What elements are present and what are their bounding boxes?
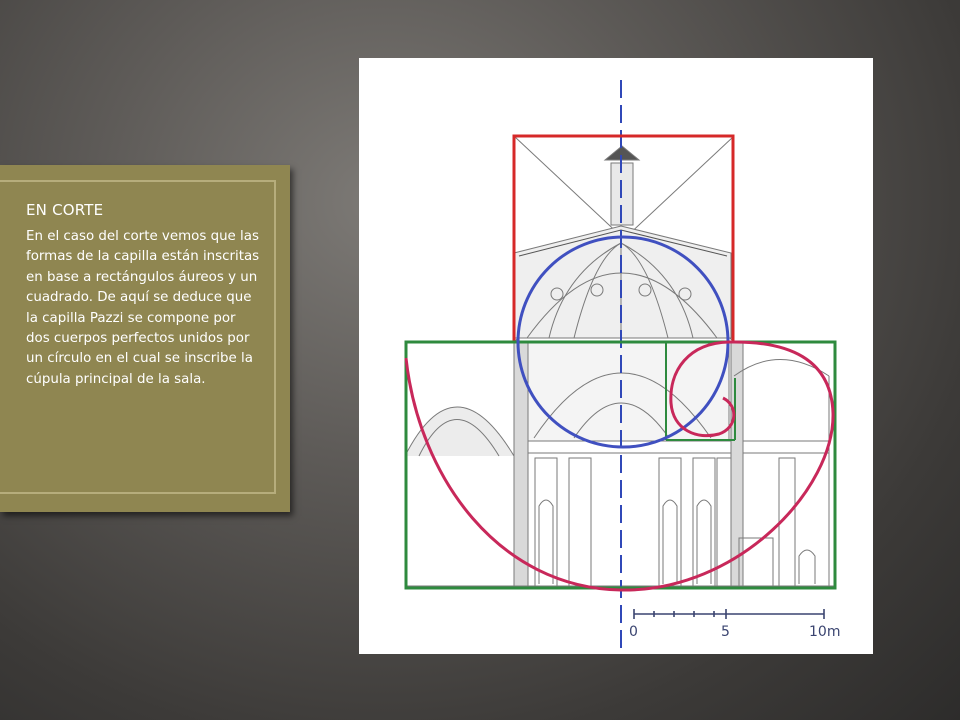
drawing-svg: 0 5 10m [404, 80, 840, 648]
pazzi-section-drawing: 0 5 10m [359, 58, 873, 654]
scale-label-0: 0 [629, 624, 638, 640]
scale-label-10m: 10m [809, 624, 840, 640]
scale-label-5: 5 [721, 624, 730, 640]
text-panel: EN CORTE En el caso del corte vemos que … [0, 165, 290, 512]
panel-body-text: En el caso del corte vemos que las forma… [26, 229, 260, 387]
panel-title: EN CORTE [26, 201, 104, 219]
scale-bar [633, 609, 825, 619]
